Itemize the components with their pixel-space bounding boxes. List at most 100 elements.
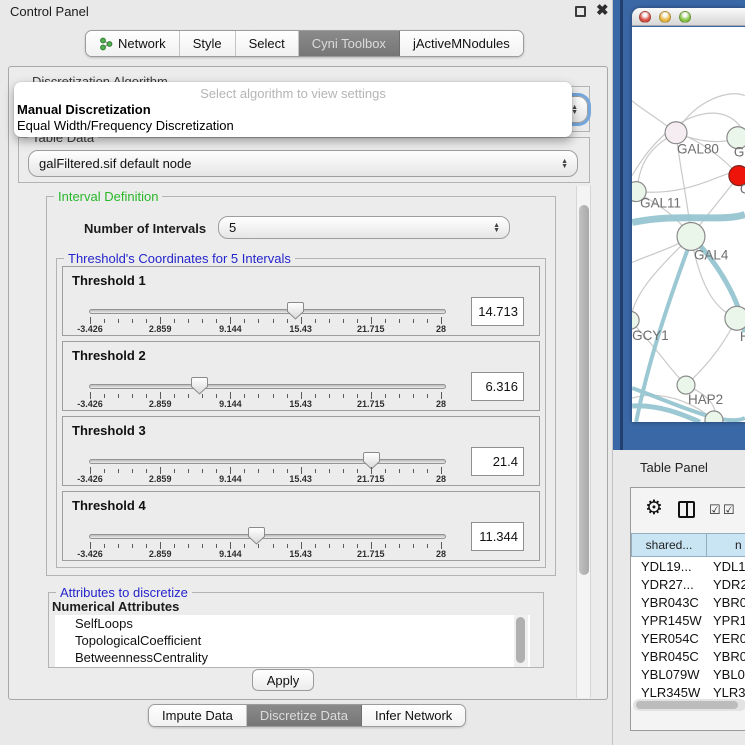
column-header-name[interactable]: n — [707, 533, 745, 557]
table-panel: ⚙ ☑ ☑ shared... n YDL19... YDL1 YDR27...… — [630, 487, 745, 731]
slider-minor-tick — [315, 469, 316, 473]
slider-minor-tick — [427, 394, 428, 398]
slider-tick-label: 28 — [436, 549, 446, 559]
network-node-node-bottom-partial[interactable] — [705, 411, 723, 422]
network-window-frame-edge — [620, 0, 623, 450]
table-row[interactable]: YDR27... YDR2 — [631, 575, 745, 593]
slider-minor-tick — [104, 469, 105, 473]
network-node-GAL4[interactable] — [677, 223, 705, 251]
attributes-scrollbar-thumb[interactable] — [516, 617, 525, 663]
traffic-light-close-icon[interactable] — [639, 11, 651, 23]
attributes-scrollbar-track[interactable] — [514, 615, 528, 667]
slider-minor-tick — [315, 319, 316, 323]
slider-minor-tick — [287, 319, 288, 323]
network-icon — [99, 37, 113, 51]
table-row[interactable]: YBL079W YBL0 — [631, 665, 745, 683]
slider-minor-tick — [413, 544, 414, 548]
slider-major-tick — [301, 317, 302, 324]
traffic-light-minimize-icon[interactable] — [659, 11, 671, 23]
slider-minor-tick — [174, 469, 175, 473]
table-row[interactable]: YER054C YER0 — [631, 629, 745, 647]
threshold-panel-3: Threshold 3 -3.4262.8599.14415.4321.7152… — [62, 416, 540, 486]
threshold-value-field[interactable]: 21.4 — [471, 447, 524, 476]
slider-minor-tick — [427, 544, 428, 548]
top-tab-bar: Network Style Select Cyni Toolbox jActiv… — [85, 30, 524, 57]
tab-jactivemnodules[interactable]: jActiveMNodules — [400, 31, 523, 56]
checkbox-checked-icon[interactable]: ☑ — [723, 503, 735, 516]
slider-tick-label: 2.859 — [149, 324, 172, 334]
slider-minor-tick — [188, 394, 189, 398]
slider-minor-tick — [273, 394, 274, 398]
tab-cyni-toolbox[interactable]: Cyni Toolbox — [299, 31, 400, 56]
slider-major-tick — [90, 392, 91, 399]
apply-button[interactable]: Apply — [252, 669, 314, 691]
spinner-arrows-icon: ▲▼ — [571, 105, 578, 115]
slider-minor-tick — [385, 469, 386, 473]
table-row[interactable]: YBR043C YBR0 — [631, 593, 745, 611]
table-hscrollbar-track[interactable] — [633, 699, 745, 711]
attribute-list-item[interactable]: BetweennessCentrality — [55, 649, 530, 666]
slider-tick-label: -3.426 — [77, 324, 103, 334]
threshold-value-field[interactable]: 14.713 — [471, 297, 524, 326]
algorithm-dropdown-popup: Select algorithm to view settings Manual… — [14, 82, 572, 137]
column-header-shared-name[interactable]: shared... — [631, 533, 707, 557]
slider-tick-label: 15.43 — [289, 549, 312, 559]
tab-infer-network[interactable]: Infer Network — [362, 705, 465, 726]
network-node-GAL80[interactable] — [665, 122, 687, 144]
dropdown-option-manual-discretization[interactable]: Manual Discretization — [17, 102, 151, 117]
slider-minor-tick — [343, 394, 344, 398]
network-node-label: GCY1 — [632, 328, 669, 343]
attribute-list-item[interactable]: SelfLoops — [55, 615, 530, 632]
split-columns-icon[interactable] — [678, 501, 695, 518]
spinner-arrows-icon: ▲▼ — [561, 159, 568, 169]
slider-minor-tick — [385, 544, 386, 548]
threshold-slider-track[interactable] — [89, 534, 446, 539]
slider-tick-label: 2.859 — [149, 549, 172, 559]
threshold-slider-track[interactable] — [89, 384, 446, 389]
table-row[interactable]: YPR145W YPR1 — [631, 611, 745, 629]
network-node-label: G — [734, 145, 744, 160]
network-node-label: HAP2 — [688, 392, 723, 407]
network-node-label: H — [740, 329, 745, 344]
slider-minor-tick — [399, 469, 400, 473]
number-of-intervals-combobox[interactable]: 5 ▲▼ — [218, 216, 510, 239]
table-data-combobox[interactable]: galFiltered.sif default node ▲▼ — [28, 150, 578, 177]
slider-minor-tick — [132, 319, 133, 323]
tab-impute-data[interactable]: Impute Data — [149, 705, 247, 726]
content-scrollbar-thumb[interactable] — [579, 205, 589, 575]
slider-minor-tick — [287, 544, 288, 548]
slider-minor-tick — [174, 319, 175, 323]
close-icon[interactable]: ✖ — [596, 1, 609, 19]
slider-major-tick — [230, 392, 231, 399]
slider-tick-label: 9.144 — [219, 324, 242, 334]
tab-style[interactable]: Style — [180, 31, 236, 56]
threshold-slider-track[interactable] — [89, 309, 446, 314]
attribute-list-item[interactable]: TopologicalCoefficient — [55, 632, 530, 649]
slider-minor-tick — [385, 394, 386, 398]
table-hscrollbar-thumb[interactable] — [636, 701, 738, 709]
content-scrollbar-track[interactable] — [576, 186, 591, 698]
tab-discretize-data[interactable]: Discretize Data — [247, 705, 362, 726]
table-row[interactable]: YDL19... YDL1 — [631, 557, 745, 575]
threshold-value-field[interactable]: 11.344 — [471, 522, 524, 551]
network-canvas[interactable]: GAL80GCGAL11GAL4GCY1HHAP2 — [632, 27, 745, 422]
slider-minor-tick — [357, 469, 358, 473]
gear-icon[interactable]: ⚙ — [645, 495, 663, 520]
threshold-slider-track[interactable] — [89, 459, 446, 464]
network-window-titlebar[interactable] — [632, 8, 745, 26]
threshold-value-field[interactable]: 6.316 — [471, 372, 524, 401]
checkbox-checked-icon[interactable]: ☑ — [709, 503, 721, 516]
network-node-node-right-mid[interactable] — [725, 306, 745, 330]
slider-minor-tick — [343, 469, 344, 473]
float-window-icon[interactable] — [575, 6, 586, 17]
tab-select[interactable]: Select — [236, 31, 299, 56]
network-node-GCY1[interactable] — [632, 311, 639, 329]
dropdown-option-equal-width-frequency[interactable]: Equal Width/Frequency Discretization — [17, 118, 234, 133]
slider-tick-label: 2.859 — [149, 399, 172, 409]
tab-network[interactable]: Network — [86, 31, 180, 56]
slider-minor-tick — [273, 544, 274, 548]
table-row[interactable]: YBR045C YBR0 — [631, 647, 745, 665]
slider-minor-tick — [413, 469, 414, 473]
traffic-light-zoom-icon[interactable] — [679, 11, 691, 23]
slider-tick-label: 9.144 — [219, 474, 242, 484]
